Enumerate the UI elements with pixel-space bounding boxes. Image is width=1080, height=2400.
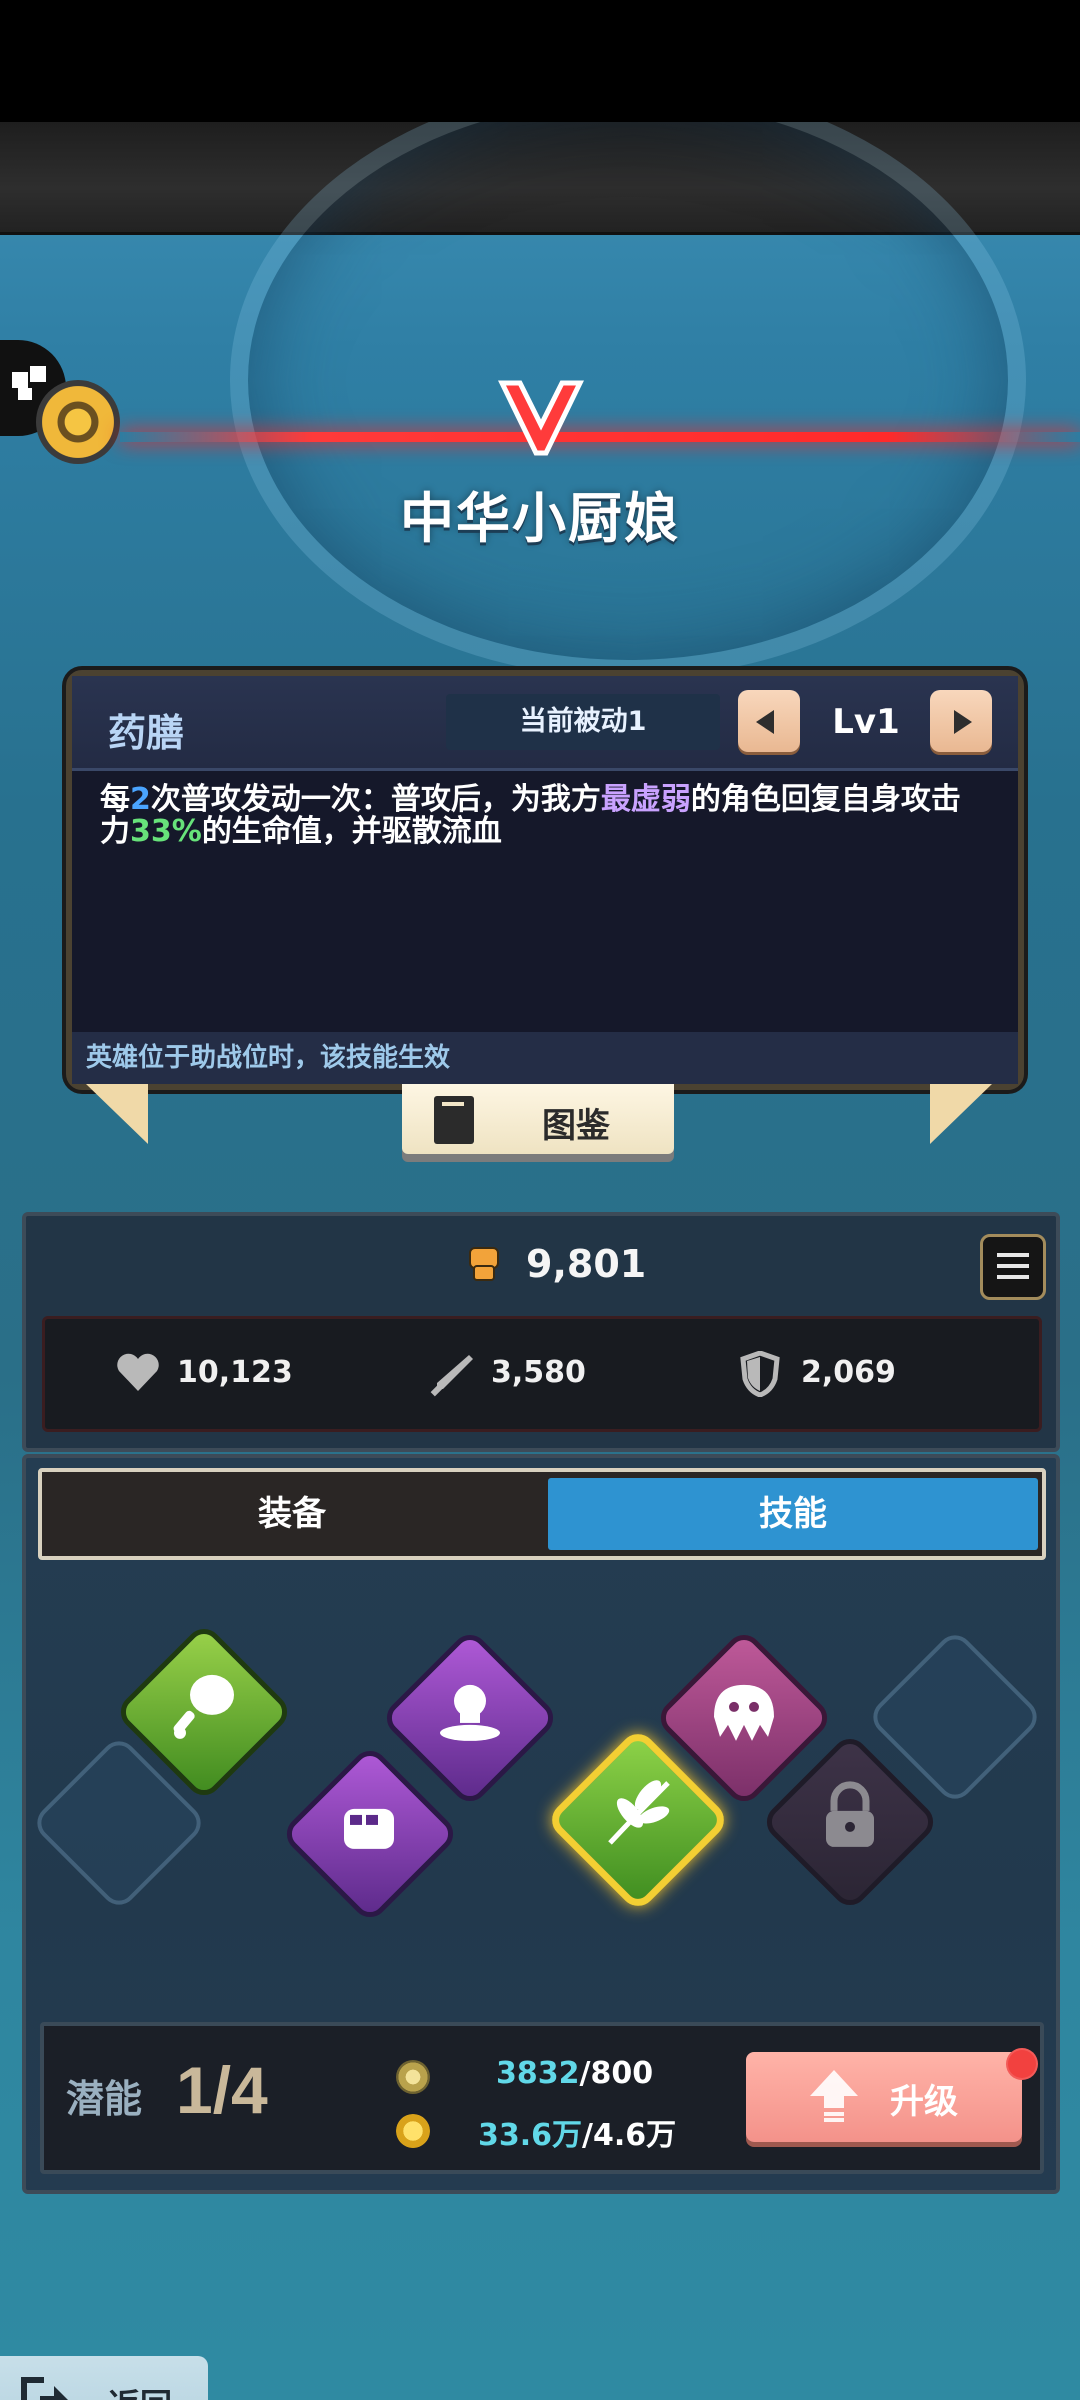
back-button[interactable]: 返回 (0, 2356, 208, 2400)
codex-button-label: 图鉴 (542, 1106, 610, 1146)
slime-icon (714, 1684, 774, 1741)
heart-icon (117, 1353, 159, 1391)
hero-detail-screen: 中华小厨娘 药膳 当前被动1 Lv1 每2次普攻发动一次：普攻后，为我方最虚弱的… (0, 122, 1080, 2400)
potential-bar: 潜能 1/4 3832/800 33.6万/4.6万 升级 (40, 2022, 1044, 2174)
skill-card-header: 药膳 当前被动1 Lv1 (72, 676, 1018, 771)
hp-value: 10,123 (177, 1355, 293, 1390)
skull-icon (440, 1684, 500, 1741)
skill-name: 药膳 (108, 711, 185, 755)
resource-1: 3832/800 (496, 2056, 654, 2091)
skill-description: 每2次普攻发动一次：普攻后，为我方最虚弱的角色回复自身攻击力33%的生命值，并驱… (100, 782, 961, 849)
rank-badge-icon (498, 380, 584, 456)
shield-icon (740, 1351, 780, 1397)
fist-icon (469, 1247, 499, 1281)
tab-equipment[interactable]: 装备 (42, 1472, 542, 1556)
upgrade-button[interactable]: 升级 (746, 2052, 1022, 2142)
rank-line (120, 432, 1080, 442)
back-button-label: 返回 (108, 2380, 172, 2400)
attack-value: 3,580 (491, 1355, 586, 1390)
sword-icon (430, 1355, 473, 1397)
tab-bar: 装备 技能 (38, 1468, 1046, 1560)
resource-2: 33.6万/4.6万 (478, 2118, 677, 2153)
menu-list-icon[interactable] (980, 1234, 1046, 1300)
prev-hero-flag[interactable] (86, 1084, 148, 1144)
defense-value: 2,069 (801, 1355, 896, 1390)
skill-condition-note: 英雄位于助战位时，该技能生效 (72, 1032, 1018, 1084)
level-prev-button[interactable] (738, 690, 800, 752)
arrow-up-icon (810, 2070, 858, 2122)
combat-power: 9,801 (526, 1242, 647, 1286)
notification-dot (1006, 2048, 1038, 2080)
equip-skill-panel: 装备 技能 潜能 1/4 3832/800 33.6万/4.6万 升级 (22, 1454, 1060, 2194)
potential-value: 1/4 (176, 2053, 268, 2127)
hero-name: 中华小厨娘 (400, 487, 680, 550)
exit-icon (21, 2377, 68, 2400)
eye-icon[interactable] (36, 380, 120, 464)
skill-info-card: 药膳 当前被动1 Lv1 每2次普攻发动一次：普攻后，为我方最虚弱的角色回复自身… (66, 670, 1024, 1090)
punch-icon (344, 1808, 394, 1849)
potential-label: 潜能 (66, 2077, 143, 2121)
lock-icon (826, 1781, 874, 1847)
gold-coin-icon (396, 2114, 430, 2148)
book-icon (434, 1096, 474, 1144)
level-next-button[interactable] (930, 690, 992, 752)
attribute-row: 10,123 3,580 2,069 (42, 1316, 1042, 1432)
chevron-right-icon (954, 710, 972, 734)
skill-level: Lv1 (832, 702, 900, 742)
upgrade-button-label: 升级 (890, 2082, 958, 2122)
leaf-icon (608, 1780, 670, 1845)
skill-slot-label: 当前被动1 (446, 694, 720, 750)
chevron-left-icon (756, 710, 774, 734)
next-hero-flag[interactable] (930, 1084, 992, 1144)
drumstick-icon (173, 1674, 234, 1739)
tab-skills[interactable]: 技能 (548, 1478, 1038, 1550)
stats-panel: 9,801 10,123 3,580 2,069 (22, 1212, 1060, 1452)
codex-button[interactable]: 图鉴 (402, 1084, 674, 1154)
background-globe (230, 122, 1026, 678)
gear-coin-icon (396, 2060, 430, 2094)
